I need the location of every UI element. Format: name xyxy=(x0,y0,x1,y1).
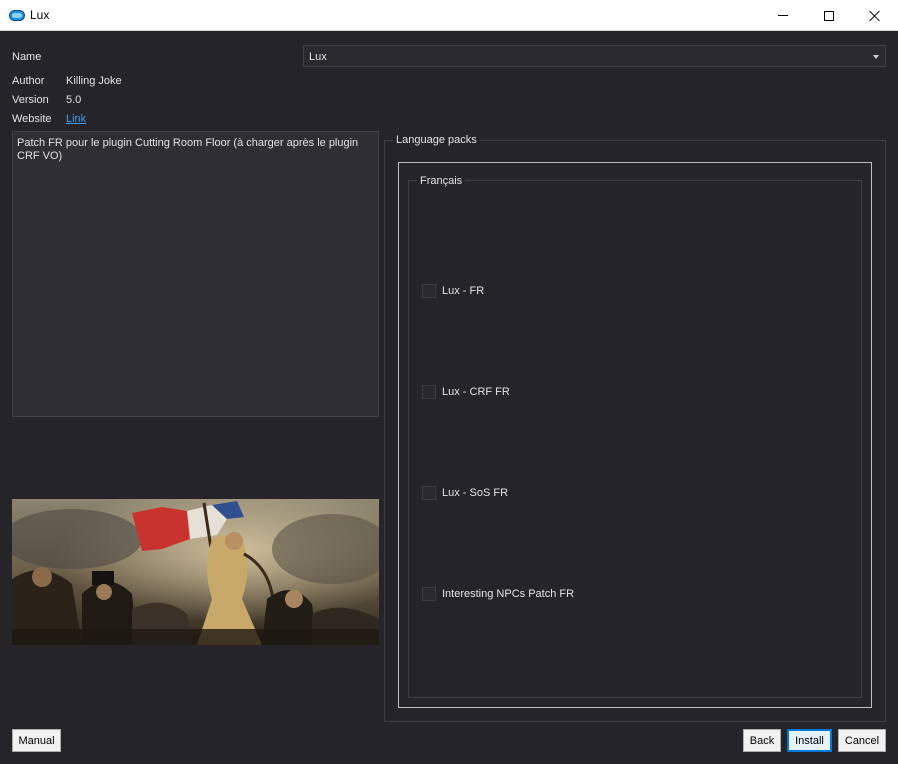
maximize-button[interactable] xyxy=(806,0,852,31)
lux-sos-fr-checkbox[interactable] xyxy=(422,486,436,500)
cancel-button[interactable]: Cancel xyxy=(838,729,886,752)
name-dropdown[interactable]: Lux xyxy=(303,45,886,67)
interesting-npcs-fr-checkbox[interactable] xyxy=(422,587,436,601)
manual-button[interactable]: Manual xyxy=(12,729,61,752)
francais-group-title: Français xyxy=(417,175,466,187)
maximize-icon xyxy=(824,10,834,21)
website-link[interactable]: Link xyxy=(66,113,86,125)
option-lux-fr[interactable]: Lux - FR xyxy=(422,284,484,298)
interesting-npcs-fr-label: Interesting NPCs Patch FR xyxy=(442,588,575,600)
app-cloud-icon xyxy=(9,10,25,21)
painting-illustration xyxy=(12,499,379,645)
mod-image xyxy=(12,499,379,645)
close-icon xyxy=(869,10,881,22)
language-packs-title: Language packs xyxy=(393,134,480,146)
website-label: Website xyxy=(12,113,52,125)
minimize-icon xyxy=(778,15,788,16)
name-dropdown-value: Lux xyxy=(309,51,327,63)
version-label: Version xyxy=(12,94,49,106)
install-button[interactable]: Install xyxy=(787,729,832,752)
lux-fr-label: Lux - FR xyxy=(442,285,485,297)
option-interesting-npcs-fr[interactable]: Interesting NPCs Patch FR xyxy=(422,587,574,601)
chevron-down-icon xyxy=(873,55,879,59)
lux-fr-checkbox[interactable] xyxy=(422,284,436,298)
version-value: 5.0 xyxy=(66,94,82,106)
title-bar: Lux xyxy=(0,0,898,31)
lux-crf-fr-checkbox[interactable] xyxy=(422,385,436,399)
back-button[interactable]: Back xyxy=(743,729,781,752)
minimize-button[interactable] xyxy=(760,0,806,31)
lux-sos-fr-label: Lux - SoS FR xyxy=(442,487,509,499)
option-lux-crf-fr[interactable]: Lux - CRF FR xyxy=(422,385,510,399)
description-text: Patch FR pour le plugin Cutting Room Flo… xyxy=(17,137,359,162)
lux-crf-fr-label: Lux - CRF FR xyxy=(442,386,510,398)
description-box[interactable]: Patch FR pour le plugin Cutting Room Flo… xyxy=(12,131,379,417)
window-title: Lux xyxy=(30,8,50,22)
close-button[interactable] xyxy=(852,0,898,31)
option-lux-sos-fr[interactable]: Lux - SoS FR xyxy=(422,486,508,500)
author-label: Author xyxy=(12,75,45,87)
francais-group xyxy=(408,180,862,698)
author-value: Killing Joke xyxy=(66,75,122,87)
name-label: Name xyxy=(12,51,42,63)
